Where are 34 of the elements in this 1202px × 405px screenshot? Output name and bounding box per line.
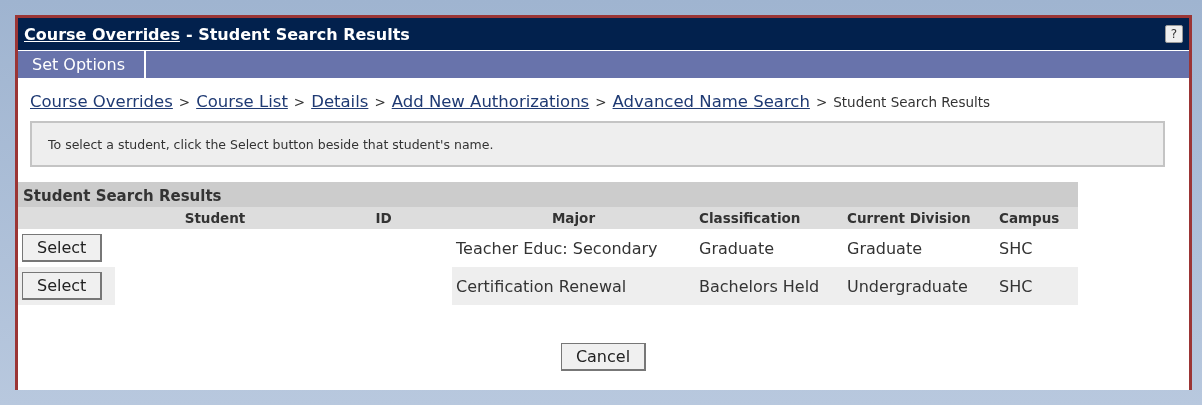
breadcrumb-separator: >: [374, 94, 386, 110]
breadcrumb-link[interactable]: Course List: [196, 92, 288, 111]
breadcrumb-separator: >: [293, 94, 306, 110]
breadcrumb-separator: >: [178, 94, 191, 110]
options-tab[interactable]: Set Options: [18, 51, 147, 78]
breadcrumb-separator: >: [815, 94, 828, 110]
column-header: Campus: [995, 207, 1078, 229]
column-header: Student: [115, 207, 315, 229]
window-title: - Student Search Results: [185, 24, 410, 44]
breadcrumb-link[interactable]: Course Overrides: [30, 92, 173, 111]
breadcrumb-link[interactable]: Add New Authorizations: [391, 92, 590, 111]
table-title: Student Search Results: [18, 182, 1078, 207]
column-header: Current Division: [843, 207, 995, 229]
column-header: Classification: [695, 207, 843, 229]
breadcrumb-link[interactable]: Advanced Name Search: [612, 92, 810, 111]
table-cell: Certification Renewal: [452, 267, 695, 305]
instruction-text: To select a student, click the Select button beside that student's name.: [30, 121, 1165, 167]
select-button[interactable]: Select: [22, 234, 103, 262]
table-cell: Undergraduate: [843, 267, 995, 305]
table-cell: Teacher Educ: Secondary: [452, 229, 695, 267]
title-link[interactable]: Course Overrides: [24, 24, 180, 44]
table-cell: Graduate: [695, 229, 843, 267]
help-button[interactable]: ?: [1165, 25, 1183, 43]
breadcrumb-separator: >: [595, 94, 607, 110]
table-cell: Bachelors Held: [695, 267, 843, 305]
cancel-button[interactable]: Cancel: [560, 343, 647, 371]
select-button[interactable]: Select: [22, 272, 103, 300]
table-cell: SHC: [995, 267, 1078, 305]
table-cell: SHC: [995, 229, 1078, 267]
table-cell: Graduate: [843, 229, 995, 267]
column-header: Major: [452, 207, 695, 229]
breadcrumb-current: Student Search Results: [833, 94, 991, 110]
column-header: ID: [315, 207, 452, 229]
breadcrumb-link[interactable]: Details: [311, 92, 369, 111]
